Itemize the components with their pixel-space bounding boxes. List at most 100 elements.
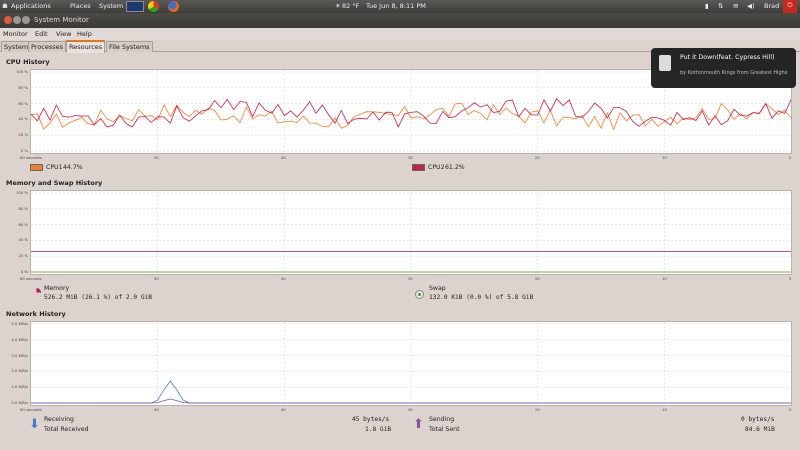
net-x-tick: 50 bbox=[154, 407, 159, 412]
weather-icon[interactable]: ☀ bbox=[335, 1, 341, 12]
net-y-tick: 0.0 KiB/s bbox=[11, 400, 28, 405]
cpu-y-tick: 40 % bbox=[18, 116, 28, 122]
sending-value: 0 bytes/s bbox=[741, 416, 775, 423]
network-graph bbox=[30, 321, 792, 406]
receiving-value: 45 bytes/s bbox=[352, 416, 390, 423]
menu-view[interactable]: View bbox=[56, 29, 71, 39]
cpu-y-tick: 80 % bbox=[18, 84, 28, 90]
tab-system[interactable]: System bbox=[1, 41, 32, 52]
mem-y-tick: 0 % bbox=[20, 269, 28, 274]
volume-icon[interactable]: ◀) bbox=[747, 1, 755, 12]
tab-processes[interactable]: Processes bbox=[28, 41, 67, 52]
minimize-window-button[interactable] bbox=[13, 16, 21, 24]
mem-y-tick: 60 % bbox=[18, 221, 28, 227]
memory-graph-svg bbox=[31, 191, 791, 274]
net-x-tick: 40 bbox=[281, 407, 286, 412]
network-graph-svg bbox=[31, 322, 791, 405]
system-menu[interactable]: System bbox=[99, 1, 123, 12]
cpu-y-tick: 100 % bbox=[15, 69, 28, 74]
cpu-x-tick: 0 bbox=[789, 155, 792, 160]
mem-y-tick: 80 % bbox=[18, 205, 28, 211]
menubar: Monitor Edit View Help bbox=[0, 28, 800, 40]
net-y-tick: 2.0 KiB/s bbox=[11, 368, 28, 374]
sending-label: Sending bbox=[429, 416, 455, 423]
power-icon[interactable]: ⏻ bbox=[783, 0, 797, 13]
applications-menu[interactable]: Applications bbox=[11, 1, 51, 12]
net-y-tick: 5.0 KiB/s bbox=[11, 321, 28, 326]
cpu-x-tick: 10 bbox=[662, 155, 667, 160]
cpu2-label: CPU2 bbox=[428, 164, 445, 171]
tab-resources[interactable]: Resources bbox=[66, 40, 106, 53]
user-name[interactable]: Brad bbox=[764, 1, 779, 12]
receiving-label: Receiving bbox=[44, 416, 74, 423]
window-title: System Monitor bbox=[34, 16, 89, 24]
cpu-x-tick: 40 bbox=[281, 155, 286, 160]
clock[interactable]: Tue Jun 8, 8:11 PM bbox=[366, 1, 426, 12]
gnome-foot-icon[interactable]: ☗ bbox=[2, 1, 8, 12]
sending-icon[interactable]: ⬆ bbox=[413, 418, 424, 431]
music-player-icon bbox=[659, 55, 671, 71]
network-history-title: Network History bbox=[6, 310, 66, 318]
memory-value: 526.2 MiB (26.1 %) of 2.0 GiB bbox=[44, 294, 153, 301]
swap-pie-icon[interactable] bbox=[415, 290, 424, 299]
cpu1-label: CPU1 bbox=[46, 164, 63, 171]
receiving-icon[interactable]: ⬇ bbox=[29, 418, 40, 431]
cpu1-value: 44.7% bbox=[63, 164, 83, 171]
window-titlebar[interactable]: System Monitor bbox=[0, 13, 800, 28]
system-monitor-launcher-icon[interactable] bbox=[126, 1, 144, 12]
mem-x-tick: 30 bbox=[408, 276, 413, 281]
cpu-history-title: CPU History bbox=[6, 58, 50, 66]
cpu2-color-swatch[interactable] bbox=[412, 164, 425, 171]
places-menu[interactable]: Places bbox=[70, 1, 91, 12]
menu-help[interactable]: Help bbox=[77, 29, 92, 39]
swap-label: Swap bbox=[429, 285, 446, 292]
net-y-tick: 1.0 KiB/s bbox=[11, 384, 28, 390]
cpu-x-tick: 50 bbox=[154, 155, 159, 160]
notification-body: by Kottonmouth Kings from Greatest Highs bbox=[680, 70, 788, 76]
net-x-tick: 30 bbox=[408, 407, 413, 412]
close-window-button[interactable] bbox=[4, 16, 12, 24]
notification-bubble[interactable]: Put it Down(feat. Cypress Hill) by Kotto… bbox=[651, 48, 796, 88]
weather-temp[interactable]: 82 °F bbox=[342, 1, 359, 12]
total-sent-value: 84.6 MiB bbox=[745, 426, 775, 433]
tab-file-systems[interactable]: File Systems bbox=[106, 41, 153, 52]
cpu-y-tick: 60 % bbox=[18, 100, 28, 106]
memory-label: Memory bbox=[44, 285, 70, 292]
cpu-y-tick: 0 % bbox=[20, 148, 28, 153]
battery-icon[interactable]: ▮ bbox=[705, 1, 709, 12]
cpu-x-tick: 20 bbox=[535, 155, 540, 160]
memory-graph bbox=[30, 190, 792, 275]
menu-edit[interactable]: Edit bbox=[35, 29, 48, 39]
menu-monitor[interactable]: Monitor bbox=[3, 29, 28, 39]
total-received-value: 1.8 GiB bbox=[365, 426, 392, 433]
total-received-label: Total Received bbox=[44, 426, 89, 433]
mem-x-tick: 10 bbox=[662, 276, 667, 281]
net-y-tick: 4.0 KiB/s bbox=[11, 336, 28, 342]
memory-pie-icon[interactable] bbox=[32, 288, 41, 297]
memory-history-title: Memory and Swap History bbox=[6, 179, 103, 187]
mem-y-tick: 100 % bbox=[15, 190, 28, 195]
net-x-tick: 20 bbox=[535, 407, 540, 412]
mem-y-tick: 40 % bbox=[18, 237, 28, 243]
cpu-y-tick: 20 % bbox=[18, 132, 28, 138]
mail-icon[interactable]: ✉ bbox=[733, 1, 738, 12]
mem-x-tick: 50 bbox=[154, 276, 159, 281]
swap-value: 132.0 KiB (0.0 %) of 5.8 GiB bbox=[429, 294, 534, 301]
network-icon[interactable]: ⇅ bbox=[718, 1, 723, 12]
mem-x-tick: 0 bbox=[789, 276, 792, 281]
net-x-tick: 0 bbox=[789, 407, 792, 412]
notification-title: Put it Down(feat. Cypress Hill) bbox=[680, 54, 775, 61]
firefox-launcher-icon[interactable] bbox=[168, 1, 179, 12]
cpu2-value: 61.2% bbox=[445, 164, 465, 171]
chrome-launcher-icon[interactable] bbox=[148, 1, 159, 12]
net-x-tick: 10 bbox=[662, 407, 667, 412]
mem-y-tick: 20 % bbox=[18, 253, 28, 259]
cpu-x-tick: 30 bbox=[408, 155, 413, 160]
cpu-x-tick: 60 seconds bbox=[20, 155, 42, 160]
top-panel: ☗ Applications Places System ☀ 82 °F Tue… bbox=[0, 0, 800, 13]
net-y-tick: 3.0 KiB/s bbox=[11, 352, 28, 358]
total-sent-label: Total Sent bbox=[429, 426, 460, 433]
mem-x-tick: 20 bbox=[535, 276, 540, 281]
cpu1-color-swatch[interactable] bbox=[30, 164, 43, 171]
maximize-window-button[interactable] bbox=[22, 16, 30, 24]
